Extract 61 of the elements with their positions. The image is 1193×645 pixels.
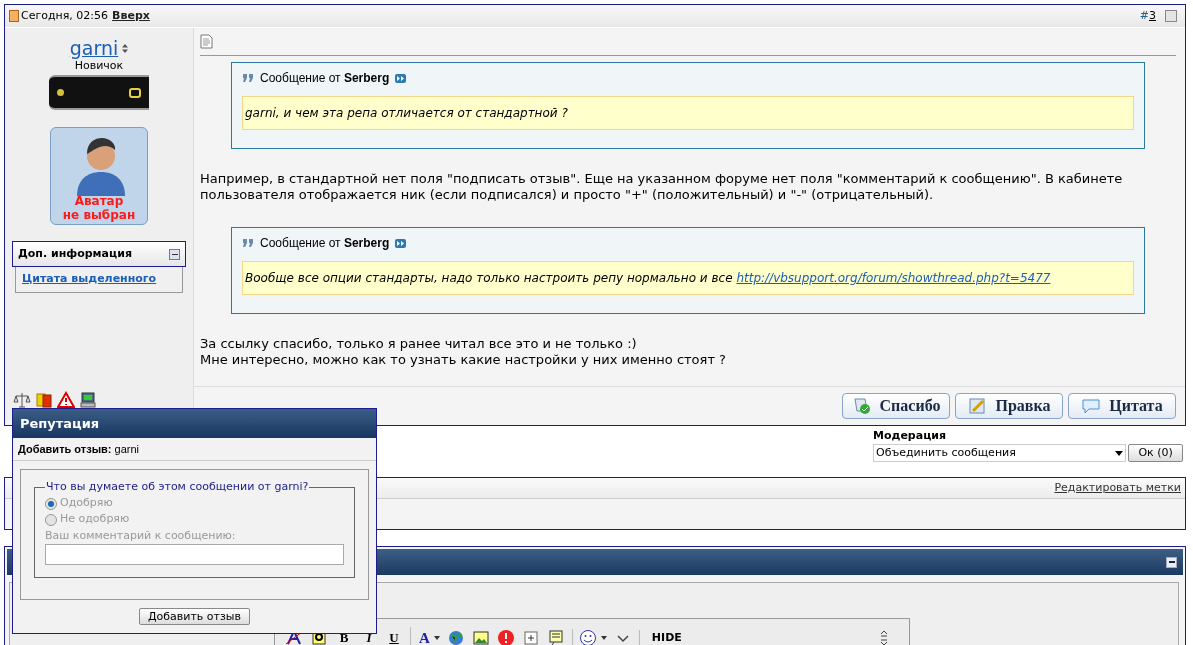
popup-title: Репутация: [20, 414, 100, 433]
quote-body: garni, и чем эта репа отличается от стандартной ?: [242, 96, 1134, 130]
collapse-icon[interactable]: [169, 248, 180, 260]
avatar-text: Аватар не выбран: [62, 194, 136, 222]
comment-label: Ваш комментарий к сообщению:: [45, 527, 237, 544]
dropdown-arrow-icon: [1115, 450, 1124, 456]
moderation-label: Модерация: [873, 429, 948, 443]
image-icon[interactable]: [471, 629, 490, 645]
edit-pencil-icon: [967, 397, 988, 415]
author-rank: Новичок: [74, 59, 124, 73]
speech-bubble-icon: [1081, 397, 1102, 415]
quote-button[interactable]: Цитата: [1068, 393, 1176, 419]
text-color-button[interactable]: A: [410, 626, 440, 645]
quote-marks-icon: [242, 238, 254, 248]
extra-info-title: Доп. информация: [18, 245, 132, 262]
post-icon: [9, 10, 19, 22]
document-icon: [200, 34, 213, 49]
radio-label: Одобряю: [60, 495, 113, 512]
quote-marks-icon: [242, 73, 254, 83]
post-select-checkbox[interactable]: [1165, 10, 1177, 22]
caret-icon: [600, 636, 607, 640]
computer-icon[interactable]: [79, 391, 97, 409]
go-to-post-icon[interactable]: [395, 73, 407, 83]
post-number: #3: [1139, 7, 1156, 24]
underline-button[interactable]: U: [385, 628, 403, 645]
radio-label: Не одобряю: [60, 511, 130, 528]
warning-icon[interactable]: [57, 391, 75, 409]
scales-icon[interactable]: [13, 391, 31, 409]
moderation-select[interactable]: Объединить сообщения: [873, 444, 1127, 462]
globe-icon[interactable]: [446, 629, 465, 645]
thanks-button[interactable]: Спасибо: [842, 393, 950, 419]
quote-author: Сообщение от Serberg: [260, 235, 390, 251]
post-date: Сегодня, 02:56: [21, 7, 109, 24]
bold-button[interactable]: B: [335, 628, 353, 645]
top-link[interactable]: Вверх: [112, 7, 150, 25]
italic-button[interactable]: I: [360, 628, 378, 645]
cards-icon[interactable]: [35, 391, 53, 409]
feedback-question: Что вы думаете об этом сообщении от garni?: [45, 479, 310, 495]
quote-body: Вообще все опции стандарты, надо только настроить репу нормально и все http://vbsupport.org/forum/showthread.php?t=5477: [242, 261, 1134, 295]
post-text: За ссылку спасибо, только я ранее читал все это и не только :) Мне интересно, можно как то узнать какие настройки у них именно стоят ?: [200, 336, 727, 368]
collapse-icon[interactable]: [1166, 556, 1177, 568]
hide-button[interactable]: HIDE: [638, 629, 682, 645]
quote-selection-link[interactable]: Цитата выделенного: [22, 271, 176, 288]
comment-icon[interactable]: [546, 629, 565, 645]
edit-tags-link[interactable]: Редактировать метки: [1054, 479, 1181, 497]
expand-box-icon[interactable]: [521, 629, 540, 645]
smiley-icon: [578, 629, 597, 645]
author-name[interactable]: garni: [69, 37, 119, 59]
thread-link[interactable]: http://vbsupport.org/forum/showthread.php?t=5477: [736, 271, 1051, 285]
go-to-post-icon[interactable]: [395, 238, 407, 248]
moderation-ok-button[interactable]: Ок (0): [1128, 444, 1183, 462]
exclamation-icon[interactable]: [496, 629, 515, 645]
popup-subtitle: Добавить отзыв: garni: [18, 441, 139, 457]
quote-author: Сообщение от Serberg: [260, 70, 390, 86]
post-text: Например, в стандартной нет поля "подписать отзыв". Еще на указанном форуме нет поля "комментарий к сообщению". В кабинете пользователя отображается ник (если подписался) и просто "+" (положительный) и "-" (отрицательный).: [200, 171, 1124, 203]
caret-icon: [433, 636, 440, 640]
sort-arrows-icon: [122, 43, 129, 53]
post-number-link[interactable]: 3: [1149, 8, 1156, 22]
thanks-icon: [851, 397, 872, 415]
edit-button[interactable]: Правка: [955, 393, 1063, 419]
smiley-button[interactable]: [571, 629, 607, 645]
